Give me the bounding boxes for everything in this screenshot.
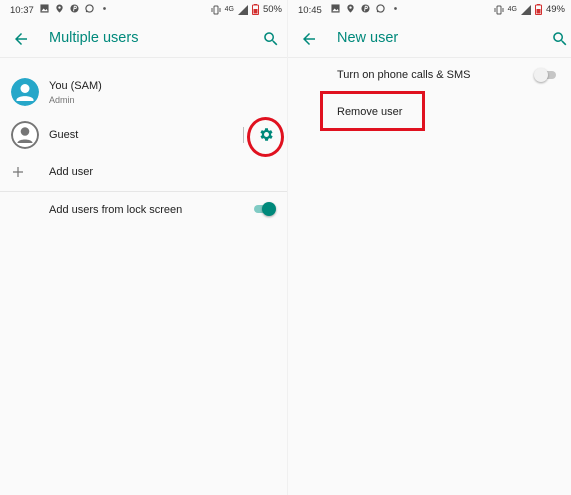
user-name: Guest (49, 129, 79, 141)
appbar-divider (288, 57, 571, 58)
whatsapp-icon (85, 4, 94, 13)
network-type: 4G (507, 6, 517, 13)
battery-percent: 50% (262, 4, 282, 15)
row-separator (243, 127, 244, 143)
back-arrow-icon[interactable] (12, 30, 30, 48)
system-status: 4G 50% (211, 4, 282, 15)
gear-icon[interactable] (258, 126, 275, 143)
more-dot-icon (103, 7, 106, 10)
lock-screen-toggle[interactable] (252, 202, 276, 216)
pinterest-icon (361, 4, 370, 13)
user-role: Admin (49, 95, 75, 105)
lock-screen-row[interactable]: Add users from lock screen (0, 198, 288, 222)
user-row-guest[interactable]: Guest (0, 118, 288, 154)
notification-icons (40, 4, 109, 13)
back-arrow-icon[interactable] (300, 30, 318, 48)
image-icon (331, 4, 340, 13)
user-row-admin[interactable]: You (SAM) Admin (0, 74, 288, 110)
status-bar: 10:45 4G 49% (288, 0, 571, 20)
system-status: 4G 49% (494, 4, 565, 15)
user-name: You (SAM) (49, 80, 102, 92)
signal-icon (237, 4, 248, 15)
search-icon[interactable] (551, 30, 569, 48)
notification-icons (331, 4, 400, 13)
location-icon (56, 4, 63, 13)
lock-screen-label: Add users from lock screen (49, 204, 183, 216)
phone-calls-toggle[interactable] (534, 68, 558, 82)
vibrate-icon (211, 5, 221, 14)
page-title: Multiple users (49, 30, 139, 46)
person-icon (11, 78, 39, 106)
phone-calls-row[interactable]: Turn on phone calls & SMS (288, 64, 571, 86)
search-icon[interactable] (262, 30, 280, 48)
more-dot-icon (394, 7, 397, 10)
battery-icon (251, 4, 259, 15)
pinterest-icon (70, 4, 79, 13)
vibrate-icon (494, 5, 504, 14)
plus-icon (13, 167, 23, 177)
multiple-users-screen: 10:37 4G 50% Multiple users You (SAM) Ad… (0, 0, 288, 495)
image-icon (40, 4, 49, 13)
status-time: 10:45 (298, 5, 322, 16)
app-bar: Multiple users (0, 20, 288, 58)
remove-user-label: Remove user (337, 106, 403, 118)
toggle-thumb (534, 68, 548, 82)
new-user-screen: 10:45 4G 49% New user Turn on phone call… (288, 0, 571, 495)
appbar-divider (0, 57, 288, 58)
phone-calls-label: Turn on phone calls & SMS (337, 69, 471, 81)
app-bar: New user (288, 20, 571, 58)
battery-icon (534, 4, 542, 15)
battery-percent: 49% (545, 4, 565, 15)
network-type: 4G (224, 6, 234, 13)
add-user-label: Add user (49, 166, 94, 178)
remove-user-row[interactable]: Remove user (288, 100, 571, 124)
location-icon (347, 4, 354, 13)
status-time: 10:37 (10, 5, 34, 16)
add-user-row[interactable]: Add user (0, 160, 288, 186)
signal-icon (520, 4, 531, 15)
section-divider (0, 191, 288, 192)
page-title: New user (337, 30, 399, 46)
toggle-thumb (262, 202, 276, 216)
whatsapp-icon (376, 4, 385, 13)
person-icon (11, 121, 39, 149)
status-bar: 10:37 4G 50% (0, 0, 288, 20)
